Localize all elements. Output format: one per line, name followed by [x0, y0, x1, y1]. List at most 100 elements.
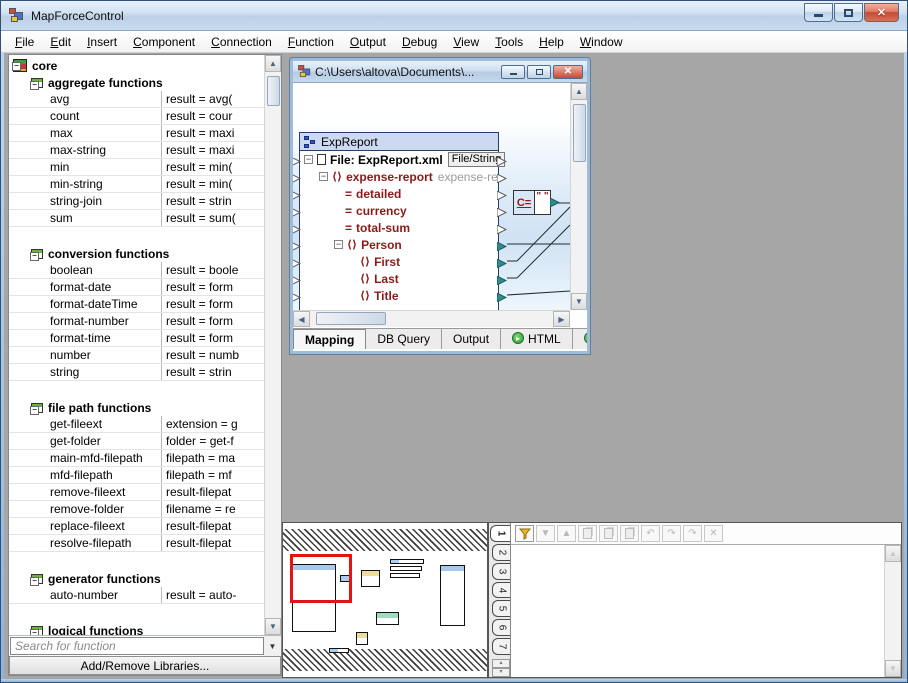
scroll-down-icon[interactable]: ▼ [885, 660, 901, 677]
child-minimize-button[interactable] [501, 65, 525, 79]
messages-tab-4[interactable]: 4 [492, 582, 510, 599]
function-row[interactable]: sumresult = sum( [9, 210, 264, 227]
child-titlebar[interactable]: C:\Users\altova\Documents\... ✕ [293, 61, 587, 83]
add-remove-libraries-button[interactable]: Add/Remove Libraries... [9, 656, 281, 675]
tab-html[interactable]: ▸HTML [501, 329, 573, 349]
function-row[interactable]: replace-fileextresult-filepat [9, 518, 264, 535]
viewport-rectangle[interactable] [290, 554, 352, 603]
goto-last-button[interactable]: ↷ [683, 525, 702, 542]
menu-tools[interactable]: Tools [487, 32, 531, 52]
menu-connection[interactable]: Connection [203, 32, 280, 52]
input-connector[interactable] [293, 274, 301, 288]
messages-tab-3[interactable]: 3 [492, 563, 510, 580]
output-connector[interactable] [497, 155, 507, 169]
filter-button[interactable] [515, 525, 534, 542]
next-message-button[interactable]: ▼ [536, 525, 555, 542]
tab-output[interactable]: Output [442, 329, 501, 349]
scrollbar-thumb[interactable] [267, 76, 280, 106]
menu-component[interactable]: Component [125, 32, 203, 52]
function-row[interactable]: avgresult = avg( [9, 91, 264, 108]
titlebar[interactable]: MapForceControl ✕ [1, 1, 907, 31]
collapse-icon[interactable]: − [334, 240, 343, 249]
library-group-header[interactable]: aggregate functions [9, 74, 264, 91]
copy-message-children-button[interactable] [599, 525, 618, 542]
messages-scrollbar[interactable]: ▲ ▼ [884, 545, 901, 677]
tab-mapping[interactable]: Mapping [293, 329, 366, 349]
scroll-up-icon[interactable]: ▲ [571, 83, 587, 100]
input-connector[interactable] [293, 206, 301, 220]
menu-insert[interactable]: Insert [79, 32, 125, 52]
copy-all-messages-button[interactable] [620, 525, 639, 542]
search-input[interactable] [10, 637, 264, 655]
function-row[interactable]: auto-numberresult = auto- [9, 587, 264, 604]
scroll-down-icon[interactable]: ▼ [571, 293, 587, 310]
library-scrollbar[interactable]: ▲ ▼ [264, 55, 281, 635]
component-header[interactable]: ExpReport [300, 133, 498, 151]
copy-message-button[interactable] [578, 525, 597, 542]
menu-view[interactable]: View [445, 32, 487, 52]
maximize-button[interactable] [834, 3, 863, 22]
function-row[interactable]: format-timeresult = form [9, 330, 264, 347]
library-group-header[interactable]: core [9, 57, 264, 74]
scroll-right-icon[interactable]: ▶ [553, 311, 570, 327]
input-connector[interactable] [293, 223, 301, 237]
output-connector[interactable] [497, 189, 507, 203]
menu-edit[interactable]: Edit [42, 32, 79, 52]
component-row[interactable]: ⟨⟩First [300, 253, 498, 270]
output-connector[interactable] [497, 206, 507, 220]
scroll-left-icon[interactable]: ◀ [293, 311, 310, 327]
messages-tab-6[interactable]: 6 [492, 619, 510, 636]
collapse-icon[interactable]: − [304, 155, 313, 164]
messages-tab-5[interactable]: 5 [492, 600, 510, 617]
function-row[interactable]: get-folderfolder = get-f [9, 433, 264, 450]
clear-button[interactable]: ✕ [704, 525, 723, 542]
output-connector[interactable] [497, 240, 507, 254]
function-row[interactable]: maxresult = maxi [9, 125, 264, 142]
function-row[interactable]: countresult = cour [9, 108, 264, 125]
child-close-button[interactable]: ✕ [553, 65, 583, 79]
messages-tab-1[interactable]: 1 [490, 525, 510, 542]
scroll-down-icon[interactable]: ▼ [265, 618, 281, 635]
function-row[interactable]: booleanresult = boole [9, 262, 264, 279]
component-row[interactable]: −⟨⟩Person [300, 236, 498, 253]
prev-message-button[interactable]: ▲ [557, 525, 576, 542]
minimize-button[interactable] [804, 3, 833, 22]
messages-tab-7[interactable]: 7 [492, 638, 510, 655]
input-connector[interactable] [293, 240, 301, 254]
library-group-header[interactable]: conversion functions [9, 245, 264, 262]
tab-extra[interactable]: ▸ [573, 329, 587, 349]
function-row[interactable]: format-dateTimeresult = form [9, 296, 264, 313]
goto-previous-button[interactable]: ↶ [641, 525, 660, 542]
scrollbar-thumb[interactable] [573, 104, 586, 162]
constant-component[interactable]: C= " " [513, 190, 551, 215]
overview-pane[interactable] [282, 522, 488, 678]
scrollbar-thumb[interactable] [316, 312, 386, 325]
component-row[interactable]: ⟨⟩Title [300, 287, 498, 304]
library-group-header[interactable]: file path functions [9, 399, 264, 416]
menu-output[interactable]: Output [342, 32, 394, 52]
messages-tab-2[interactable]: 2 [492, 544, 510, 561]
input-connector[interactable] [293, 155, 301, 169]
child-maximize-button[interactable] [527, 65, 551, 79]
mapping-canvas[interactable]: ExpReport −File: ExpReport.xmlFile/Strin… [293, 83, 570, 310]
component-row[interactable]: =total-sum [300, 219, 498, 236]
function-row[interactable]: resolve-filepathresult-filepat [9, 535, 264, 552]
scroll-up-icon[interactable]: ▲ [885, 545, 901, 562]
mapping-vertical-scrollbar[interactable]: ▲ ▼ [570, 83, 587, 310]
output-connector[interactable] [497, 172, 507, 186]
component-row[interactable]: −File: ExpReport.xmlFile/String [300, 151, 498, 168]
mapping-horizontal-scrollbar[interactable]: ◀ ▶ [293, 310, 570, 327]
function-row[interactable]: remove-fileextresult-filepat [9, 484, 264, 501]
library-group-header[interactable]: logical functions [9, 622, 264, 635]
component-row[interactable]: −⟨⟩expense-reportexpense-repo [300, 168, 498, 185]
function-row[interactable]: format-numberresult = form [9, 313, 264, 330]
menu-window[interactable]: Window [572, 32, 631, 52]
output-connector[interactable] [497, 274, 507, 288]
component-row[interactable]: =currency [300, 202, 498, 219]
expreport-component[interactable]: ExpReport −File: ExpReport.xmlFile/Strin… [299, 132, 499, 310]
menu-help[interactable]: Help [531, 32, 572, 52]
input-connector[interactable] [293, 257, 301, 271]
input-connector[interactable] [293, 291, 301, 305]
goto-next-button[interactable]: ↷ [662, 525, 681, 542]
input-connector[interactable] [293, 189, 301, 203]
